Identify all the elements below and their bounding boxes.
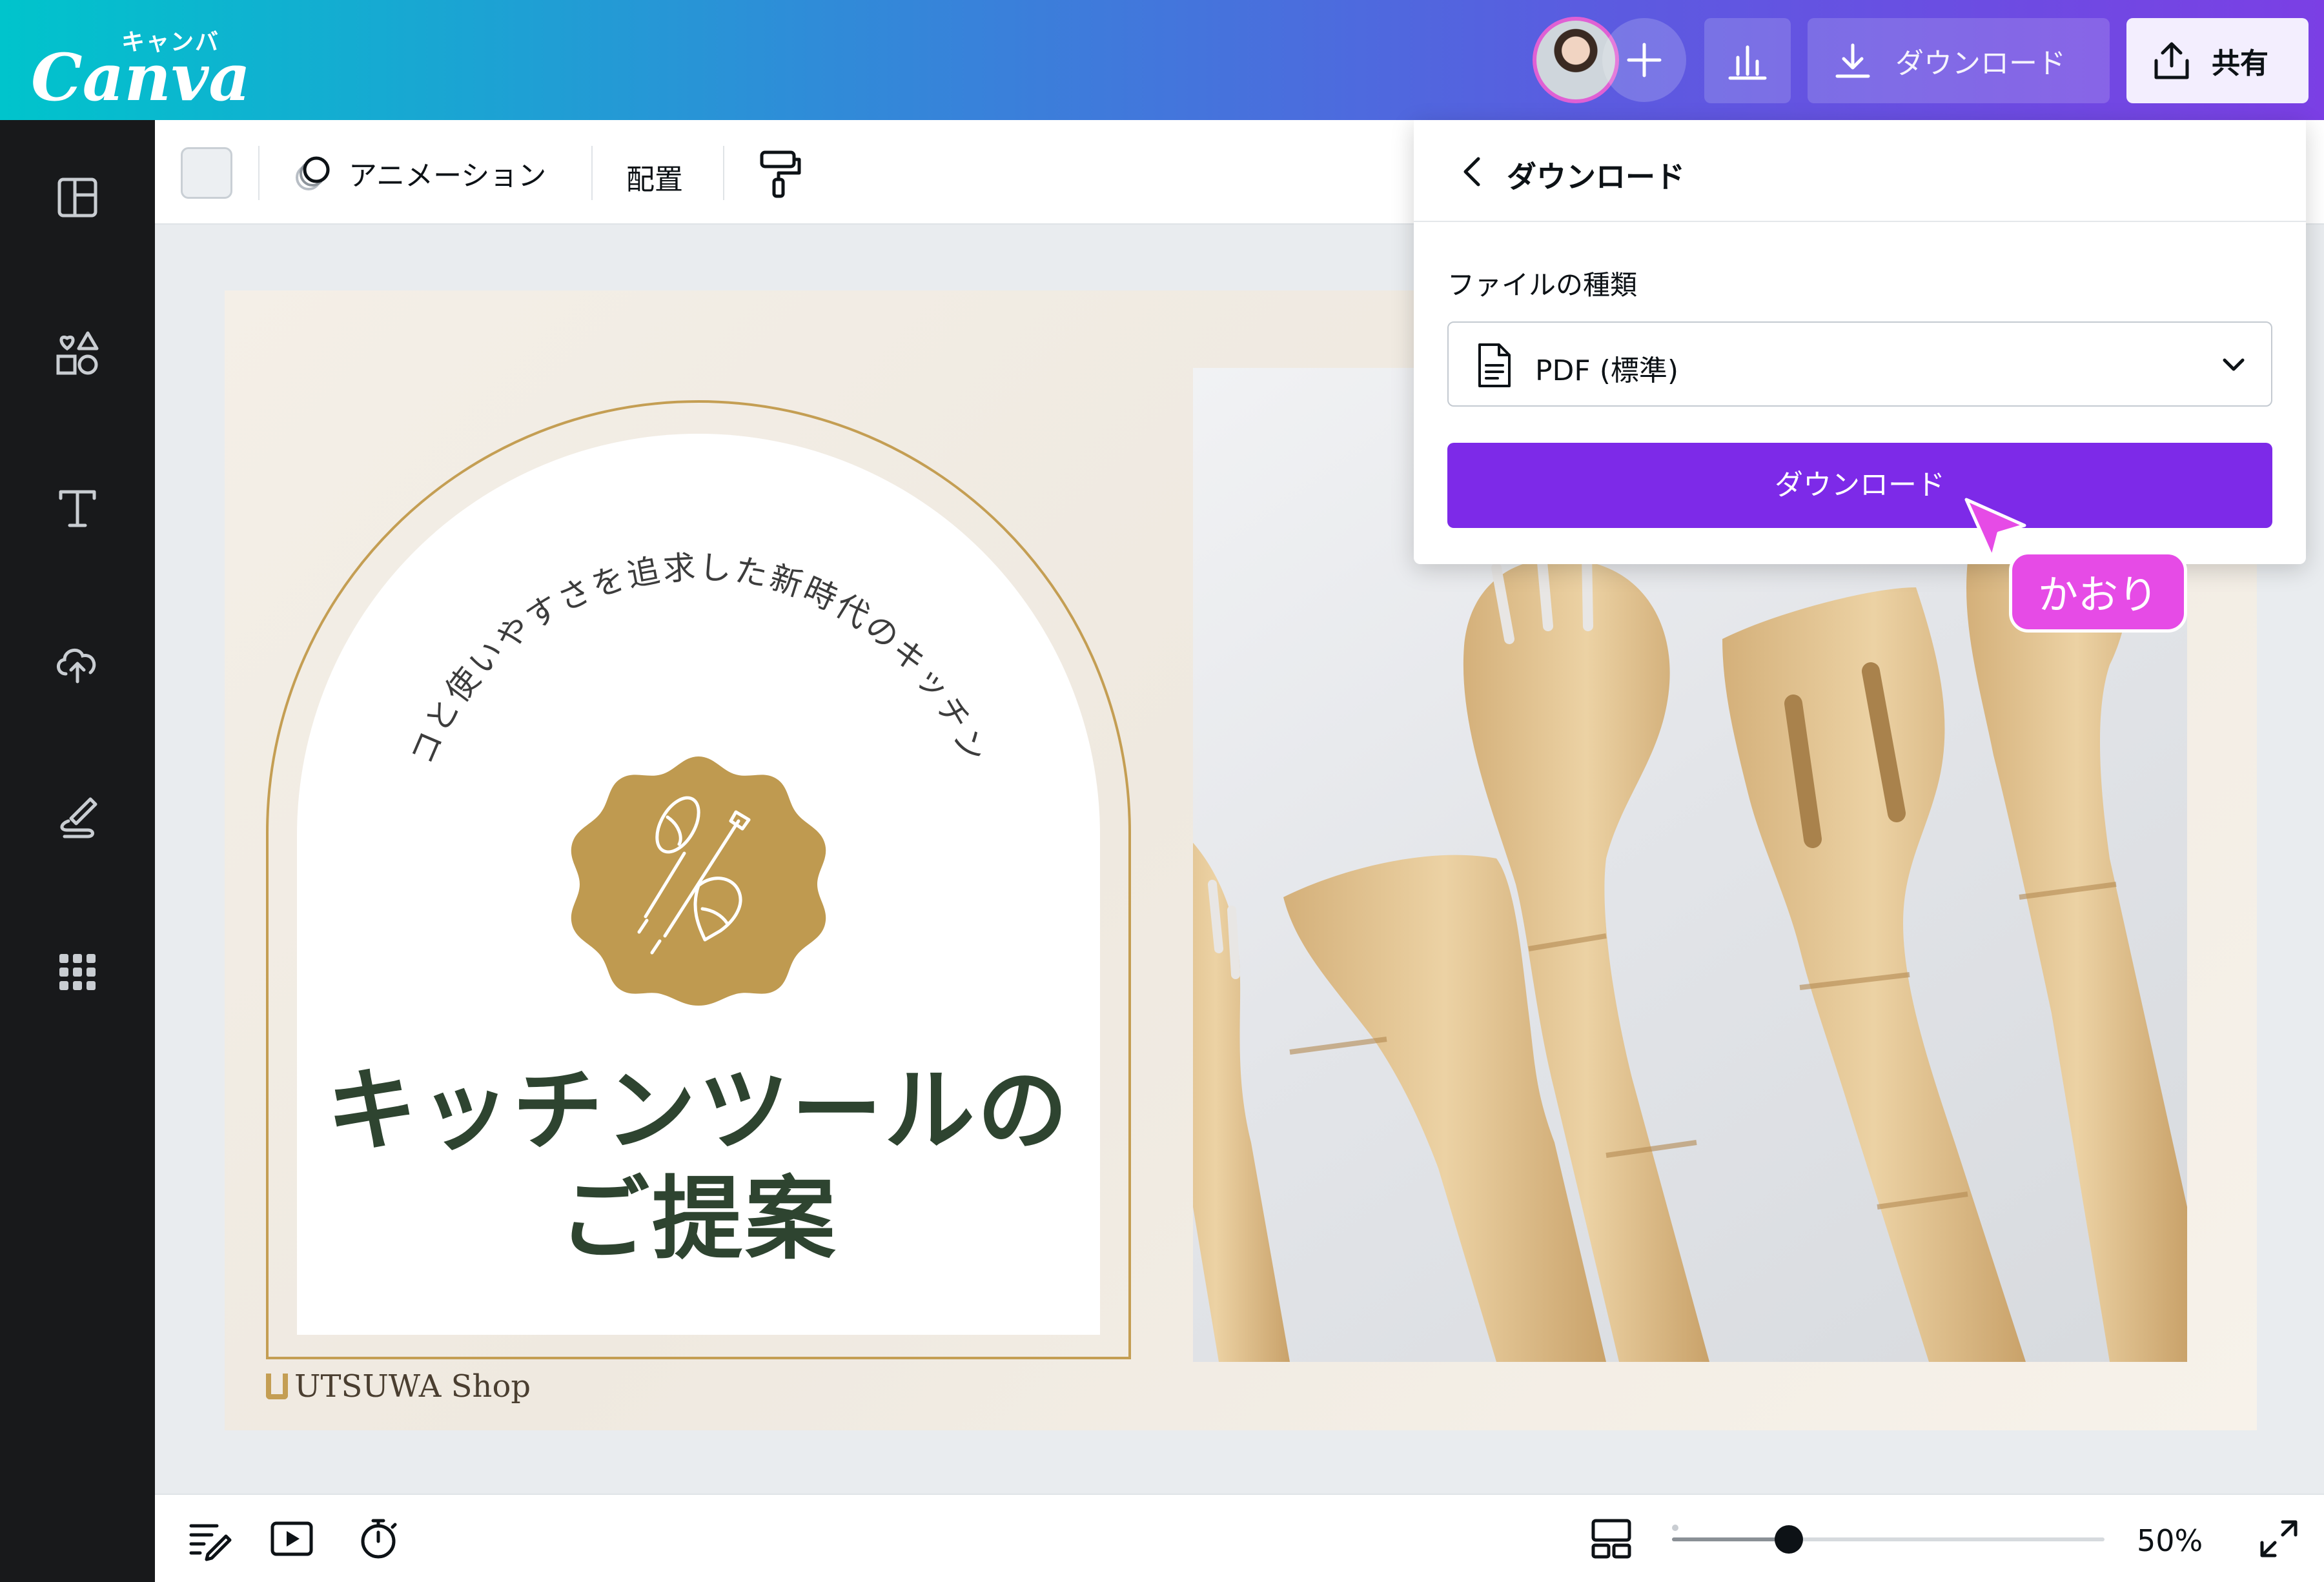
text-icon xyxy=(59,490,96,527)
design-title-line2: ご提案 xyxy=(558,1167,838,1272)
bottom-bar: 50% xyxy=(155,1494,2324,1582)
svg-text:エコと使いやすさを追求した新時代のキッチンへ: エコと使いやすさを追求した新時代のキッチンへ xyxy=(297,434,994,770)
rail-text-button[interactable] xyxy=(52,482,103,533)
download-panel-title: ダウンロード xyxy=(1507,159,1685,194)
bar-chart-icon xyxy=(1728,45,1767,80)
apps-grid-icon xyxy=(59,954,96,990)
download-panel-header: ダウンロード xyxy=(1414,120,2306,222)
copy-style-button[interactable] xyxy=(753,146,807,200)
fullscreen-icon[interactable] xyxy=(2256,1516,2302,1562)
logo-wordmark: Canva xyxy=(31,39,250,116)
back-chevron-icon[interactable] xyxy=(1454,152,1493,191)
design-title-line1: キッチンツールの xyxy=(326,1059,1070,1164)
animation-icon xyxy=(296,156,330,190)
shop-name: UTSUWA Shop xyxy=(294,1368,531,1405)
rail-elements-button[interactable] xyxy=(52,327,103,378)
download-icon xyxy=(1835,43,1870,78)
share-button[interactable]: 共有 xyxy=(2126,18,2309,103)
curved-tagline-text: エコと使いやすさを追求した新時代のキッチンへ xyxy=(297,434,991,770)
share-label: 共有 xyxy=(2212,47,2268,80)
zoom-slider-fill xyxy=(1672,1537,1789,1541)
toolbar-divider xyxy=(591,146,593,200)
notes-icon[interactable] xyxy=(186,1516,232,1562)
document-icon xyxy=(1478,343,1511,387)
side-rail xyxy=(0,120,155,1582)
download-panel: ダウンロード ファイルの種類 PDF (標準) ダウンロード xyxy=(1414,120,2306,564)
grid-view-icon[interactable] xyxy=(1588,1516,1635,1562)
elements-icon xyxy=(56,331,99,375)
top-bar: キャンバ Canva ダウンロード 共有 xyxy=(0,0,2324,120)
collaborator-name-tag: かおり xyxy=(2009,551,2188,633)
share-upload-icon xyxy=(2154,42,2189,79)
arch-panel[interactable]: エコと使いやすさを追求した新時代のキッチンへ キッチンツールの ご提案 xyxy=(297,434,1100,1335)
rail-templates-button[interactable] xyxy=(52,172,103,223)
shop-logo[interactable]: UTSUWA Shop xyxy=(266,1368,531,1405)
zoom-slider[interactable] xyxy=(1672,1537,2105,1541)
rail-apps-button[interactable] xyxy=(52,946,103,998)
animation-label: アニメーション xyxy=(349,159,547,192)
draw-icon xyxy=(60,797,97,838)
timer-icon[interactable] xyxy=(355,1516,402,1562)
download-topbar-button[interactable]: ダウンロード xyxy=(1808,18,2110,103)
file-type-label: ファイルの種類 xyxy=(1447,269,1638,301)
chevron-down-icon xyxy=(2223,358,2245,371)
design-title[interactable]: キッチンツールの ご提案 xyxy=(297,1057,1100,1274)
file-type-select[interactable]: PDF (標準) xyxy=(1447,321,2272,407)
cloud-upload-icon xyxy=(57,649,96,684)
file-type-value: PDF (標準) xyxy=(1535,354,1679,387)
rail-uploads-button[interactable] xyxy=(52,636,103,688)
animation-button[interactable]: アニメーション xyxy=(290,146,546,200)
plus-icon xyxy=(1627,43,1662,77)
toolbar-divider xyxy=(723,146,724,200)
download-button[interactable]: ダウンロード xyxy=(1447,443,2272,528)
download-topbar-label: ダウンロード xyxy=(1895,47,2066,80)
paint-roller-icon xyxy=(760,150,801,198)
background-color-swatch[interactable] xyxy=(181,147,232,199)
toolbar-divider xyxy=(258,146,260,200)
shop-logo-mark-icon xyxy=(266,1374,288,1399)
templates-icon xyxy=(57,177,97,218)
add-collaborator-button[interactable] xyxy=(1602,18,1686,102)
kitchen-badge-icon[interactable] xyxy=(569,747,828,1006)
arrange-button[interactable]: 配置 xyxy=(626,156,683,198)
zoom-min-marker xyxy=(1672,1525,1678,1531)
present-icon[interactable] xyxy=(269,1516,315,1562)
insights-button[interactable] xyxy=(1704,18,1791,103)
zoom-slider-thumb[interactable] xyxy=(1775,1525,1803,1554)
rail-draw-button[interactable] xyxy=(52,791,103,843)
zoom-value[interactable]: 50% xyxy=(2137,1523,2203,1558)
